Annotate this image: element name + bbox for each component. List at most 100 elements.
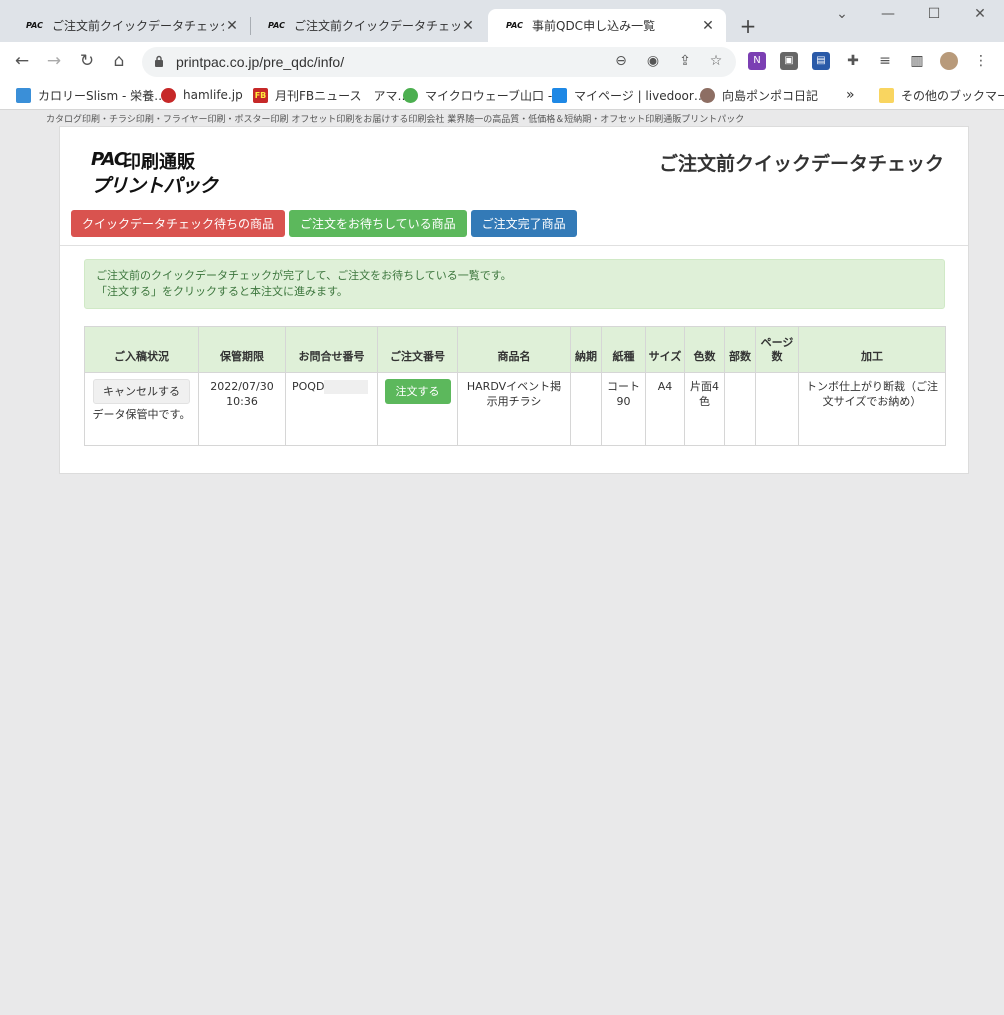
browser-tab-active[interactable]: PAC 事前QDC申し込み一覧 ✕	[488, 9, 726, 42]
bookmark-livedoor[interactable]: マイページ | livedoor…	[552, 86, 706, 104]
cell-pages	[755, 372, 799, 446]
calendar-icon[interactable]: ▤	[812, 52, 830, 70]
header-delivery: 納期	[570, 326, 602, 373]
maximize-icon[interactable]: ☐	[924, 6, 944, 22]
alert-line-1: ご注文前のクイックデータチェックが完了して、ご注文をお待ちしている一覧です。	[96, 269, 512, 282]
tab-search-icon[interactable]: ⌄	[832, 6, 852, 22]
expiry-time: 10:36	[226, 395, 258, 408]
bookmark-icon	[161, 87, 176, 103]
zoom-icon[interactable]: ⊖	[612, 53, 630, 71]
tab-awaiting-order[interactable]: ご注文をお待ちしている商品	[289, 210, 467, 237]
info-alert: ご注文前のクイックデータチェックが完了して、ご注文をお待ちしている一覧です。 「…	[84, 259, 945, 309]
close-icon[interactable]: ✕	[460, 18, 476, 34]
pac-favicon-icon: PAC	[268, 21, 285, 30]
cell-product: HARDVイベント掲示用チラシ	[457, 372, 571, 446]
bookmark-calorie[interactable]: カロリーSlism - 栄養…	[16, 86, 166, 104]
page-viewport: カタログ印刷・チラシ印刷・フライヤー印刷・ポスター印刷 オフセット印刷をお届けす…	[0, 111, 1004, 1015]
header-processing: 加工	[798, 326, 946, 373]
orders-table: ご入稿状況 保管期限 お問合せ番号 ご注文番号 商品名 納期 紙種 サイズ 色数…	[84, 326, 946, 446]
cell-size: A4	[645, 372, 685, 446]
browser-tab-2[interactable]: PAC ご注文前クイックデータチェック サービス ✕	[250, 9, 486, 42]
reload-icon[interactable]: ↻	[77, 51, 97, 71]
close-icon[interactable]: ✕	[700, 18, 716, 34]
more-bookmarks-label: »	[846, 87, 855, 103]
bookmark-label: マイクロウェーブ山口 -…	[425, 88, 565, 103]
new-tab-button[interactable]: +	[738, 14, 758, 38]
window-close-icon[interactable]: ✕	[970, 6, 990, 22]
cell-delivery	[570, 372, 602, 446]
cell-inquiry: POQD	[285, 372, 378, 446]
tab-order-complete[interactable]: ご注文完了商品	[470, 210, 577, 237]
bookmark-microwave[interactable]: マイクロウェーブ山口 -…	[403, 86, 564, 104]
extension-icon[interactable]: ▣	[780, 52, 798, 70]
bookmark-fbnews[interactable]: FB 月刊FBニュース アマ…	[253, 86, 410, 104]
status-tabs: クイックデータチェック待ちの商品 ご注文をお待ちしている商品 ご注文完了商品	[71, 210, 577, 237]
header-copies: 部数	[724, 326, 756, 373]
status-text: データ保管中です。	[92, 408, 191, 421]
header-order-no: ご注文番号	[377, 326, 458, 373]
bookmark-hamlife[interactable]: hamlife.jp	[161, 86, 243, 104]
bookmark-label: hamlife.jp	[183, 88, 243, 102]
share-icon[interactable]: ⇪	[676, 53, 694, 71]
folder-icon	[879, 87, 894, 103]
eye-off-icon[interactable]: ◉	[644, 53, 662, 71]
bookmark-icon	[16, 87, 31, 103]
bookmark-icon	[552, 87, 567, 103]
home-icon[interactable]: ⌂	[109, 51, 129, 71]
bookmark-label: 月刊FBニュース アマ…	[275, 88, 410, 103]
content-card: PAC 印刷通販 プリントパック ご注文前クイックデータチェック クイックデータ…	[59, 126, 969, 474]
onenote-icon[interactable]: N	[748, 52, 766, 70]
star-icon[interactable]: ☆	[707, 53, 725, 71]
bookmarks-bar: カロリーSlism - 栄養… hamlife.jp FB 月刊FBニュース アマ…	[0, 80, 1004, 110]
order-button[interactable]: 注文する	[384, 379, 451, 404]
pac-favicon-icon: PAC	[26, 21, 43, 30]
minimize-icon[interactable]: —	[878, 6, 898, 22]
more-bookmarks-icon[interactable]: »	[846, 86, 855, 104]
divider	[60, 245, 968, 246]
header-size: サイズ	[645, 326, 685, 373]
url-text: printpac.co.jp/pre_qdc/info/	[176, 54, 345, 70]
alert-line-2: 「注文する」をクリックすると本注文に進みます。	[96, 285, 348, 298]
bookmark-icon	[700, 87, 715, 103]
printpac-logo[interactable]: PAC 印刷通販 プリントパック	[91, 147, 221, 197]
page-title: ご注文前クイックデータチェック	[658, 153, 944, 175]
bookmark-other[interactable]: その他のブックマーク	[879, 86, 1004, 104]
bookmark-label: 向島ポンポコ日記	[722, 88, 819, 103]
forward-icon[interactable]: →	[44, 51, 64, 71]
header-colors: 色数	[684, 326, 725, 373]
logo-line2: プリントパック	[91, 175, 218, 197]
address-bar[interactable]: printpac.co.jp/pre_qdc/info/ ⊖ ◉ ⇪ ☆	[142, 47, 736, 77]
bookmark-label: マイページ | livedoor…	[574, 88, 706, 103]
cell-processing: トンボ仕上がり断裁（ご注文サイズでお納め）	[798, 372, 946, 446]
cell-colors: 片面4色	[684, 372, 725, 446]
bookmark-label: その他のブックマーク	[901, 88, 1004, 103]
tab-title: 事前QDC申し込み一覧	[532, 19, 656, 33]
cancel-button[interactable]: キャンセルする	[93, 379, 190, 404]
avatar[interactable]	[940, 52, 958, 70]
tab-title: ご注文前クイックデータチェック サービス	[52, 19, 224, 33]
bookmark-mukoujima[interactable]: 向島ポンポコ日記	[700, 86, 818, 104]
more-menu-icon[interactable]: ⋮	[972, 52, 990, 70]
header-inquiry: お問合せ番号	[285, 326, 378, 373]
back-icon[interactable]: ←	[12, 51, 32, 71]
cell-expiry: 2022/07/30 10:36	[198, 372, 286, 446]
table-header-row: ご入稿状況 保管期限 お問合せ番号 ご注文番号 商品名 納期 紙種 サイズ 色数…	[84, 326, 946, 373]
header-pages: ページ数	[755, 326, 799, 373]
tab-strip: PAC ご注文前クイックデータチェック サービス ✕ PAC ご注文前クイックデ…	[0, 0, 1004, 42]
cell-paper: コート90	[601, 372, 646, 446]
pac-favicon-icon: PAC	[506, 21, 523, 30]
fb-icon: FB	[253, 87, 268, 103]
close-icon[interactable]: ✕	[224, 18, 240, 34]
cell-status: キャンセルする データ保管中です。	[84, 372, 199, 446]
playlist-icon[interactable]: ≡	[876, 52, 894, 70]
tab-title: ご注文前クイックデータチェック サービス	[294, 19, 460, 33]
inquiry-number: POQD	[292, 380, 325, 393]
tab-awaiting-check[interactable]: クイックデータチェック待ちの商品	[71, 210, 286, 237]
cell-copies	[724, 372, 756, 446]
logo-mark: PAC	[91, 149, 127, 170]
lock-icon	[155, 55, 163, 67]
table-row: キャンセルする データ保管中です。 2022/07/30 10:36 POQD …	[84, 372, 946, 446]
puzzle-icon[interactable]: ✚	[844, 52, 862, 70]
browser-tab-1[interactable]: PAC ご注文前クイックデータチェック サービス ✕	[8, 9, 250, 42]
sidepanel-icon[interactable]: ▥	[908, 52, 926, 70]
